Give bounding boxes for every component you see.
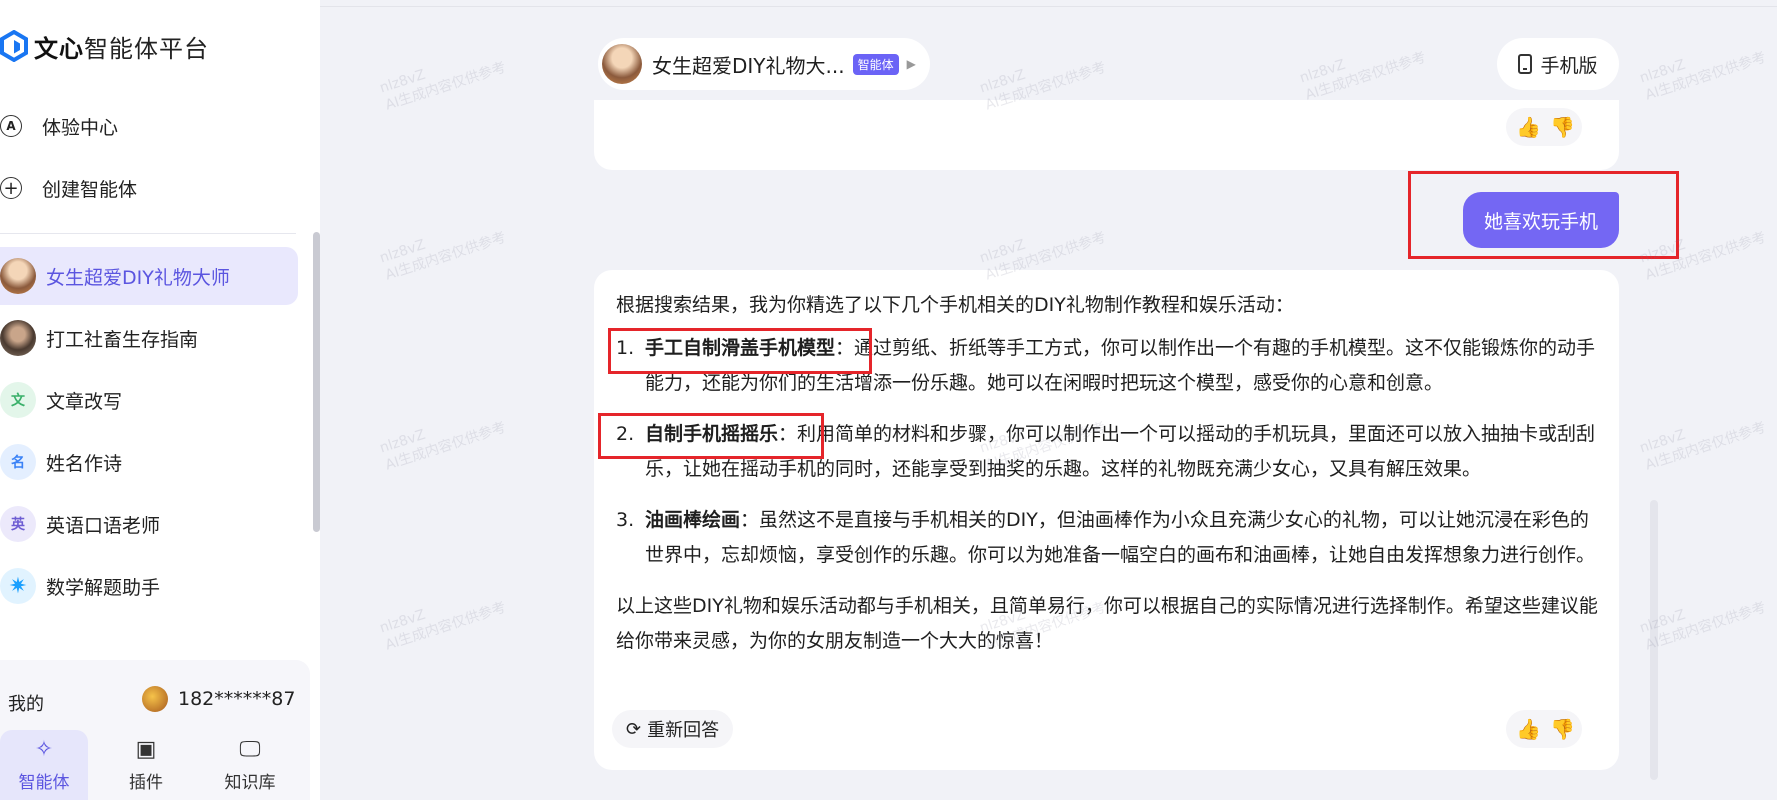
watermark: nlz8vZAI生成内容仅供参考: [1297, 49, 1428, 104]
knowledge-icon: 🖵: [239, 736, 261, 762]
article-icon: 文: [0, 382, 36, 418]
feedback-group: 👍 👎: [1506, 710, 1582, 748]
nav-label: 体验中心: [42, 116, 119, 139]
regenerate-label: 重新回答: [647, 720, 720, 741]
sidebar-item-diy-gift-master[interactable]: 女生超爱DIY礼物大师: [0, 247, 298, 305]
agent-label: 女生超爱DIY礼物大师: [46, 266, 230, 289]
nav-create-agent[interactable]: + 创建智能体: [0, 168, 137, 208]
username: 182******87: [178, 688, 296, 710]
sidebar-item-english-teacher[interactable]: 英 英语口语老师: [0, 495, 298, 553]
previous-answer-card: 👍 👎: [594, 100, 1619, 170]
agent-avatar: [0, 320, 36, 356]
thumbs-up-icon[interactable]: 👍: [1516, 717, 1541, 741]
sidebar-item-math-helper[interactable]: ✷ 数学解题助手: [0, 557, 298, 615]
thumbs-down-icon[interactable]: 👎: [1550, 115, 1575, 139]
thumbs-down-icon[interactable]: 👎: [1550, 717, 1575, 741]
tab-plugins[interactable]: ▣ 插件: [102, 730, 190, 800]
tab-knowledge[interactable]: 🖵 知识库: [206, 730, 294, 800]
sidebar-divider: [0, 233, 296, 234]
watermark: nlz8vZAI生成内容仅供参考: [1637, 419, 1768, 474]
sidebar: 文心 智能体平台 A 体验中心 + 创建智能体 女生超爱DIY礼物大师 打工社畜…: [0, 0, 320, 800]
logo-text-bold: 文心: [34, 34, 84, 63]
logo[interactable]: 文心 智能体平台: [0, 26, 209, 66]
tab-agents[interactable]: ✧ 智能体: [0, 730, 88, 800]
experience-icon: A: [0, 115, 22, 137]
name-poem-icon: 名: [0, 444, 36, 480]
english-icon: 英: [0, 506, 36, 542]
highlight-box-item-1: [608, 328, 872, 374]
answer-intro: 根据搜索结果，我为你精选了以下几个手机相关的DIY礼物制作教程和娱乐活动：: [616, 294, 1294, 316]
chevron-right-icon: ▶: [906, 57, 916, 71]
nav-experience-center[interactable]: A 体验中心: [0, 106, 118, 146]
plugin-icon: ▣: [135, 736, 157, 762]
agent-header[interactable]: 女生超爱DIY礼物大... 智能体 ▶: [598, 38, 930, 90]
item-text: ：虽然这不是直接与手机相关的DIY，但油画棒作为小众且充满少女心的礼物，可以让她…: [645, 509, 1596, 566]
list-item: 3. 油画棒绘画：虽然这不是直接与手机相关的DIY，但油画棒作为小众且充满少女心…: [616, 503, 1601, 573]
agent-badge: 智能体: [852, 53, 899, 75]
logo-icon: [0, 30, 28, 62]
highlight-box-user-message: [1408, 171, 1679, 259]
sidebar-item-worker-guide[interactable]: 打工社畜生存指南: [0, 309, 298, 367]
item-title: 油画棒绘画: [645, 509, 741, 531]
sidebar-scrollbar[interactable]: [313, 232, 320, 532]
tab-label: 知识库: [224, 772, 276, 793]
highlight-box-item-2: [598, 413, 824, 459]
sidebar-item-article-rewrite[interactable]: 文 文章改写: [0, 371, 298, 429]
sparkle-icon: ✧: [34, 736, 54, 762]
agent-title: 女生超爱DIY礼物大...: [652, 53, 845, 78]
watermark: nlz8vZAI生成内容仅供参考: [377, 599, 508, 654]
answer-conclusion: 以上这些DIY礼物和娱乐活动都与手机相关，且简单易行，你可以根据自己的实际情况进…: [616, 595, 1598, 652]
item-body: 油画棒绘画：虽然这不是直接与手机相关的DIY，但油画棒作为小众且充满少女心的礼物…: [645, 503, 1601, 573]
watermark: nlz8vZAI生成内容仅供参考: [1637, 49, 1768, 104]
thumbs-up-icon[interactable]: 👍: [1516, 115, 1541, 139]
plus-circle-icon: +: [0, 177, 22, 199]
agent-label: 数学解题助手: [46, 576, 161, 599]
my-label: 我的: [8, 694, 44, 715]
agent-avatar: [0, 258, 36, 294]
sidebar-item-name-poem[interactable]: 名 姓名作诗: [0, 433, 298, 491]
math-icon: ✷: [0, 568, 36, 604]
regenerate-button[interactable]: ⟳ 重新回答: [612, 710, 734, 748]
watermark: nlz8vZAI生成内容仅供参考: [377, 419, 508, 474]
phone-icon: [1518, 54, 1533, 74]
main-scrollbar[interactable]: [1650, 500, 1658, 780]
item-number: 3.: [616, 509, 635, 531]
feedback-group: 👍 👎: [1506, 108, 1582, 146]
agent-avatar: [602, 44, 642, 84]
mobile-version-button[interactable]: 手机版: [1497, 38, 1619, 90]
mobile-label: 手机版: [1540, 54, 1598, 77]
agent-label: 英语口语老师: [46, 514, 161, 537]
user-profile[interactable]: 182******87: [142, 686, 295, 712]
top-border: [320, 6, 1777, 7]
agent-label: 打工社畜生存指南: [46, 328, 199, 351]
watermark: nlz8vZAI生成内容仅供参考: [377, 59, 508, 114]
tab-label: 智能体: [18, 772, 70, 793]
tab-label: 插件: [129, 772, 163, 793]
watermark: nlz8vZAI生成内容仅供参考: [377, 229, 508, 284]
agent-label: 姓名作诗: [46, 452, 123, 475]
nav-label: 创建智能体: [42, 178, 138, 201]
logo-text: 智能体平台: [84, 34, 209, 63]
agent-label: 文章改写: [46, 390, 123, 413]
refresh-icon: ⟳: [626, 718, 642, 740]
avatar: [142, 686, 168, 712]
